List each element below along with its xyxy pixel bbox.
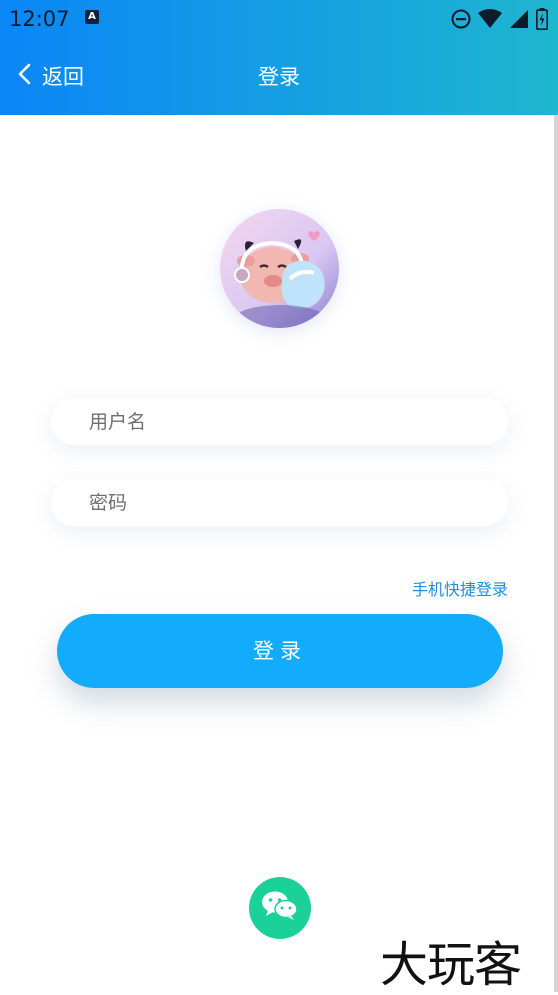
dnd-icon <box>451 9 471 29</box>
wifi-icon <box>478 9 502 29</box>
phone-quick-login-link[interactable]: 手机快捷登录 <box>412 576 508 600</box>
avatar <box>220 209 339 328</box>
username-field-container <box>51 398 508 445</box>
nav-bar: 返回 登录 <box>0 38 558 115</box>
wechat-login-button[interactable] <box>249 877 311 939</box>
battery-icon <box>536 8 548 30</box>
status-time: 12:07 <box>9 7 70 31</box>
username-input[interactable] <box>89 398 489 445</box>
page-title: 登录 <box>258 65 300 89</box>
login-button[interactable]: 登录 <box>57 614 503 688</box>
password-field-container <box>51 479 508 526</box>
password-input[interactable] <box>89 479 489 526</box>
signal-icon <box>509 9 529 29</box>
app-notification-icon: A <box>85 10 99 24</box>
status-icons <box>451 8 548 30</box>
status-bar: 12:07 A <box>0 0 558 38</box>
scrollbar <box>554 115 558 992</box>
wechat-icon <box>261 890 299 926</box>
header-bar: 12:07 A 返回 登录 <box>0 0 558 115</box>
watermark-logo: 大玩客 <box>380 937 522 993</box>
